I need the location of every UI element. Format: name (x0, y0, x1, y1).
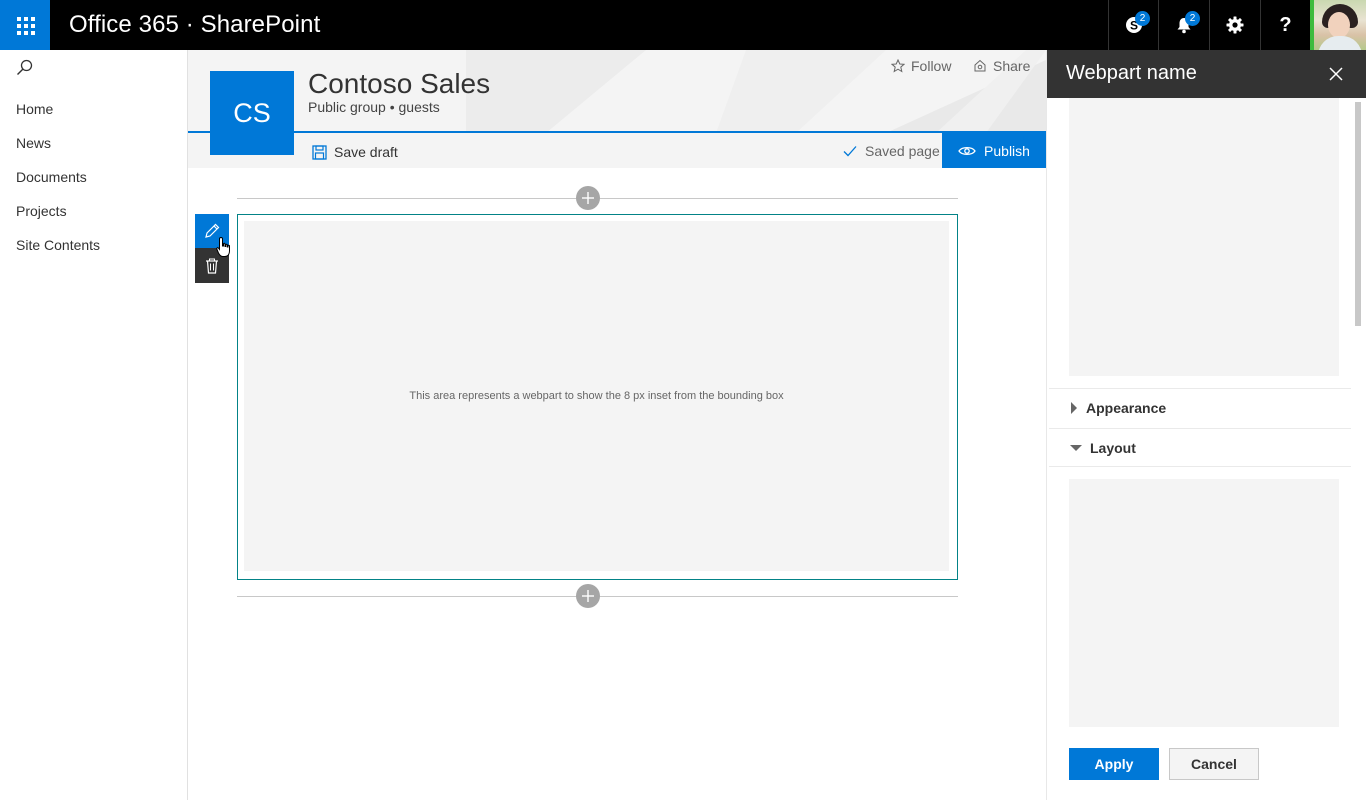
notifications-button[interactable]: 2 (1158, 0, 1208, 50)
saved-status: Saved page (843, 143, 940, 159)
header-background-decoration (466, 50, 1046, 131)
property-pane-header: Webpart name (1047, 50, 1366, 98)
suite-bar: Office 365 · SharePoint S 2 2 ? (0, 0, 1366, 50)
star-icon (891, 59, 905, 73)
group-header-layout[interactable]: Layout (1069, 440, 1136, 456)
nav-item-site-contents[interactable]: Site Contents (16, 237, 100, 253)
plus-icon (582, 192, 594, 204)
group-divider (1049, 388, 1351, 389)
trash-icon (206, 258, 218, 274)
group-divider (1049, 466, 1351, 467)
left-navigation: Home News Documents Projects Site Conten… (0, 50, 188, 800)
publish-button[interactable]: Publish (942, 133, 1046, 168)
group-divider (1049, 428, 1351, 429)
save-icon (312, 144, 327, 160)
follow-label: Follow (911, 58, 952, 74)
nav-item-home[interactable]: Home (16, 101, 53, 117)
gear-icon (1226, 16, 1243, 34)
site-subtitle: Public group • guests (308, 99, 440, 115)
nav-item-documents[interactable]: Documents (16, 169, 87, 185)
avatar[interactable] (1310, 0, 1366, 50)
group-header-appearance[interactable]: Appearance (1069, 400, 1166, 416)
skype-button[interactable]: S 2 (1108, 0, 1158, 50)
notifications-badge: 2 (1185, 11, 1200, 26)
scrollbar[interactable] (1355, 102, 1361, 326)
saved-status-label: Saved page (865, 143, 940, 159)
hand-cursor-icon (216, 236, 230, 257)
site-logo[interactable]: CS (210, 71, 294, 155)
add-section-button-top[interactable] (576, 186, 600, 210)
follow-button[interactable]: Follow (891, 58, 951, 74)
suite-title[interactable]: Office 365 · SharePoint (69, 11, 320, 39)
site-title[interactable]: Contoso Sales (308, 68, 490, 100)
group-label-layout: Layout (1090, 440, 1136, 456)
webpart-area[interactable]: This area represents a webpart to show t… (244, 221, 949, 571)
cancel-button[interactable]: Cancel (1169, 748, 1259, 780)
property-pane-title: Webpart name (1066, 62, 1197, 84)
apply-button[interactable]: Apply (1069, 748, 1159, 780)
close-icon (1329, 67, 1343, 81)
group-label-appearance: Appearance (1086, 400, 1167, 416)
chevron-right-icon (1071, 402, 1077, 414)
search-icon[interactable] (16, 59, 34, 82)
property-pane: Webpart name Appearance Layout Apply Can… (1046, 50, 1366, 800)
chevron-down-icon (1070, 445, 1082, 451)
app-launcher-icon[interactable] (0, 0, 50, 50)
command-bar: Save draft Saved page Publish (188, 133, 1046, 168)
nav-item-projects[interactable]: Projects (16, 203, 67, 219)
settings-button[interactable] (1209, 0, 1259, 50)
skype-badge: 2 (1135, 11, 1150, 26)
plus-icon (582, 590, 594, 602)
add-section-button-bottom[interactable] (576, 584, 600, 608)
property-pane-placeholder-top (1069, 98, 1339, 376)
checkmark-icon (843, 146, 857, 157)
share-button[interactable]: Share (973, 58, 1030, 74)
save-draft-label: Save draft (334, 144, 398, 160)
help-button[interactable]: ? (1260, 0, 1310, 50)
eye-icon (958, 146, 976, 155)
share-label: Share (993, 58, 1031, 74)
close-button[interactable] (1325, 63, 1347, 85)
nav-item-news[interactable]: News (16, 135, 51, 151)
publish-label: Publish (984, 142, 1030, 159)
share-icon (974, 59, 986, 72)
save-draft-button[interactable]: Save draft (312, 144, 398, 160)
property-pane-placeholder-layout (1069, 479, 1339, 727)
